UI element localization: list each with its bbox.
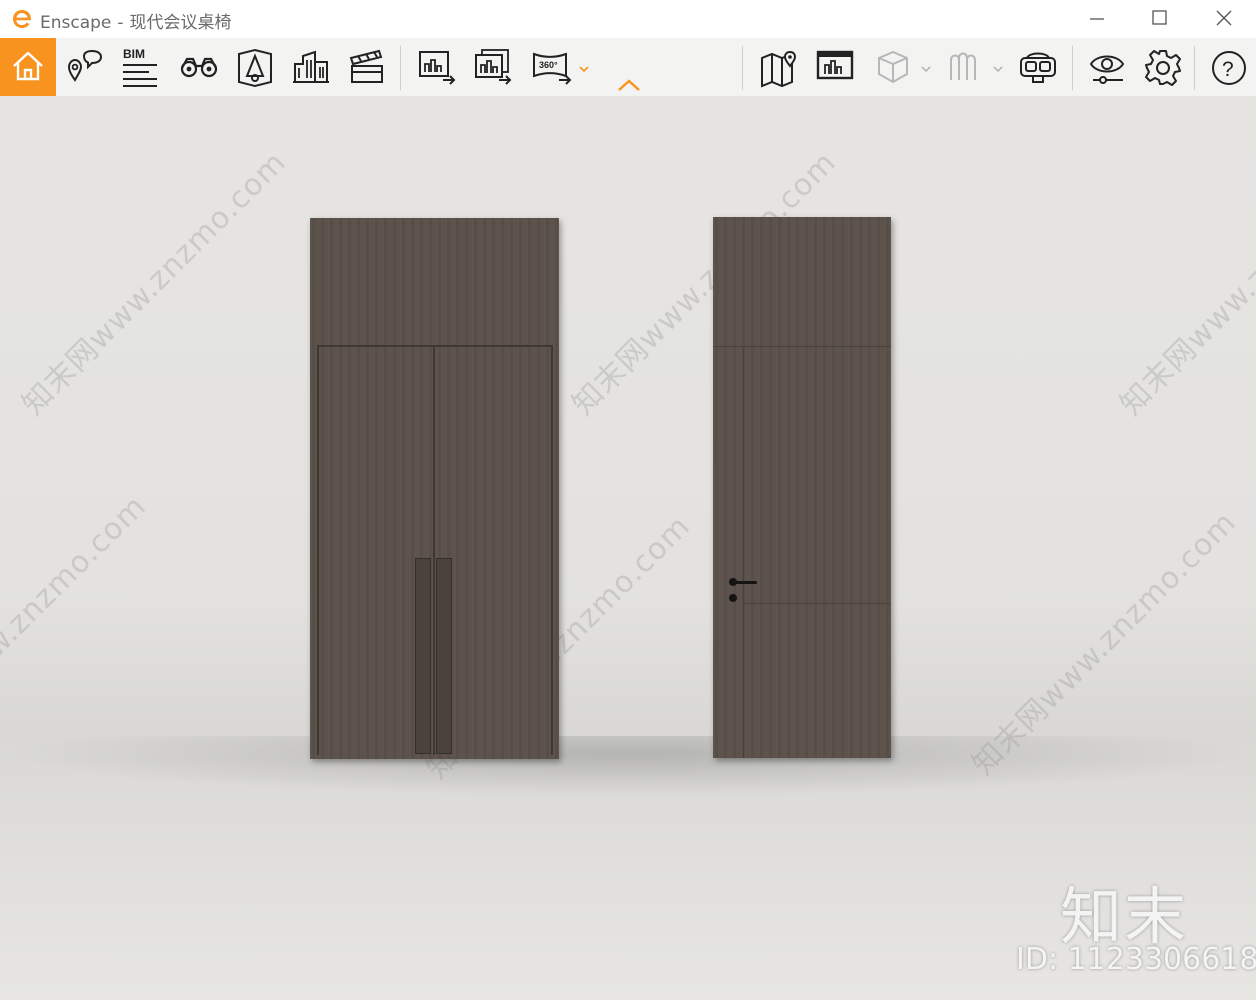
toolbar-separator <box>1194 46 1195 90</box>
vr-headset-icon <box>1020 52 1056 83</box>
panorama-label: 360° <box>539 60 558 70</box>
transom-line <box>317 345 553 347</box>
frame-line-right <box>551 345 553 755</box>
panorama-export-icon: 360° <box>533 52 572 85</box>
maximize-icon <box>1152 10 1167 25</box>
perspective-button[interactable] <box>228 38 280 96</box>
bim-label: BIM <box>123 48 145 61</box>
maximize-button[interactable] <box>1130 0 1190 38</box>
perspective-cone-icon <box>238 48 272 88</box>
standalone-icon <box>950 52 976 80</box>
center-split-line <box>433 345 435 755</box>
window-title: Enscape - 现代会议桌椅 <box>40 8 232 33</box>
binoculars-button[interactable] <box>172 38 224 96</box>
clapperboard-icon <box>349 49 383 83</box>
map-pin-icon <box>761 50 797 88</box>
minimize-button[interactable] <box>1068 0 1128 38</box>
chevron-down-icon <box>993 66 1003 73</box>
standalone-dropdown-button[interactable] <box>992 64 1004 74</box>
batch-render-button[interactable] <box>466 38 518 96</box>
gallery-icon <box>816 50 854 80</box>
panel-line <box>743 603 891 604</box>
app-name: Enscape <box>40 13 112 33</box>
help-icon: ? <box>1212 51 1246 85</box>
buildings-button[interactable] <box>284 38 336 96</box>
asset-library-button[interactable] <box>866 38 918 96</box>
close-button[interactable] <box>1194 0 1254 38</box>
pull-handle-left <box>415 558 431 754</box>
transom-line <box>713 346 891 347</box>
batch-export-icon <box>475 49 512 85</box>
watermark: 知末网www.znzmo.com <box>0 488 154 767</box>
watermark: 知末网www.znzmo.com <box>1113 144 1256 423</box>
gallery-button[interactable] <box>808 38 860 96</box>
gear-icon <box>1145 50 1181 86</box>
watermark: 知末网www.znzmo.com <box>15 144 294 423</box>
wood-grain <box>713 217 891 758</box>
location-chat-icon <box>67 49 103 82</box>
bim-info-button[interactable]: BIM <box>115 38 167 96</box>
map-button[interactable] <box>752 38 804 96</box>
minimize-icon <box>1090 18 1104 20</box>
toolbar-separator <box>1072 46 1073 90</box>
help-button[interactable]: ? <box>1202 38 1254 96</box>
chevron-down-icon <box>921 66 931 73</box>
chevron-down-icon <box>579 66 589 73</box>
enscape-toolbar: BIM 360° ? <box>0 38 1256 96</box>
standalone-button[interactable] <box>938 38 990 96</box>
home-button[interactable] <box>0 38 56 96</box>
home-icon <box>13 51 43 81</box>
enscape-window: Enscape - 现代会议桌椅 BIM 360° ? 知末网www.znzmo… <box>0 0 1256 1000</box>
toolbar-separator <box>742 46 743 90</box>
door-lever <box>733 581 757 584</box>
frame-line-left <box>317 345 319 755</box>
double-door-model <box>310 218 559 759</box>
enscape-logo-icon <box>13 10 31 28</box>
panorama-dropdown-button[interactable] <box>578 64 590 74</box>
toolbar-separator <box>400 46 401 90</box>
cube-icon <box>878 50 908 84</box>
title-bar: Enscape - 现代会议桌椅 <box>0 0 1256 38</box>
visual-settings-icon <box>1089 55 1125 84</box>
asset-dropdown-button[interactable] <box>920 64 932 74</box>
bim-list-icon: BIM <box>123 48 157 87</box>
document-title: 现代会议桌椅 <box>129 13 232 33</box>
visual-settings-button[interactable] <box>1080 38 1132 96</box>
image-id-label: ID: 1123306618 <box>1016 942 1256 977</box>
collapse-toolbar-button[interactable] <box>616 76 642 94</box>
title-separator: - <box>117 13 124 33</box>
screenshot-button[interactable] <box>410 38 462 96</box>
close-icon <box>1216 10 1232 26</box>
vr-button[interactable] <box>1010 38 1062 96</box>
export-image-icon <box>419 51 456 85</box>
keyhole <box>729 594 737 602</box>
panorama-button[interactable]: 360° <box>524 38 576 96</box>
render-viewport[interactable]: 知末网www.znzmo.com 知末网www.znzmo.com 知末网www… <box>0 96 1256 1000</box>
buildings-icon <box>293 50 329 83</box>
binoculars-icon <box>180 57 218 78</box>
pull-handle-right <box>436 558 452 754</box>
single-door-model <box>713 217 891 758</box>
video-editor-button[interactable] <box>340 38 392 96</box>
settings-button[interactable] <box>1136 38 1188 96</box>
leaf-edge-line <box>743 346 744 758</box>
chevron-up-icon <box>618 79 640 91</box>
help-label: ? <box>1222 58 1234 81</box>
location-chat-button[interactable] <box>60 38 112 96</box>
floor-shadow <box>0 736 1256 796</box>
